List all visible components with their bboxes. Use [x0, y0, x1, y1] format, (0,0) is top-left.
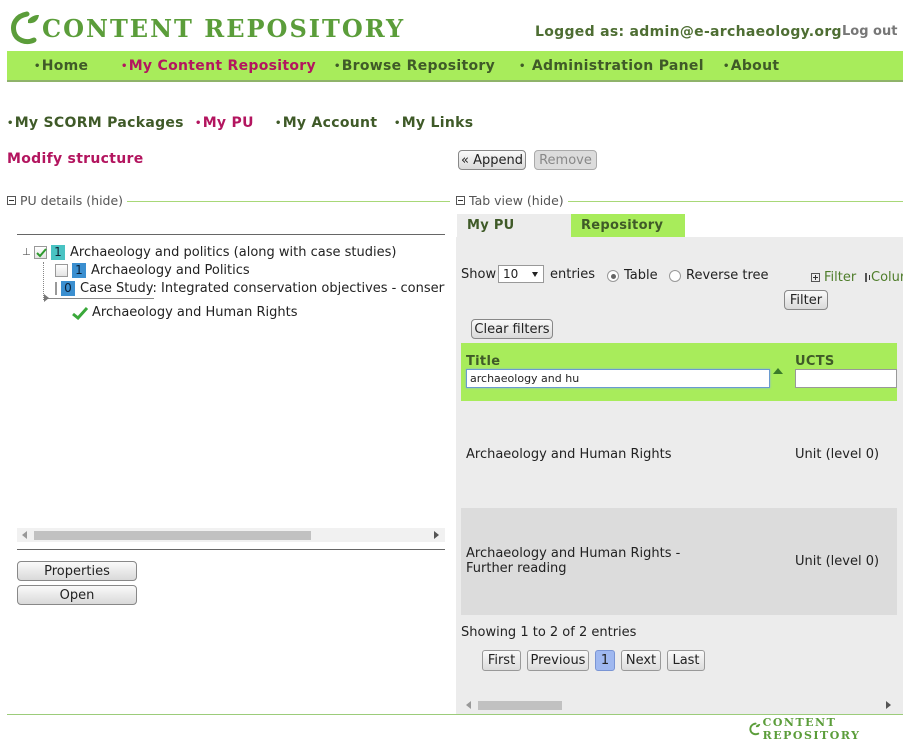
tree-badge: 1 [51, 245, 65, 260]
filter-toggle[interactable]: Filter [811, 270, 856, 285]
tree-node[interactable]: 1 Archaeology and Politics [55, 263, 250, 278]
divider [17, 549, 445, 550]
tree-label: Archaeology and politics (along with cas… [70, 245, 397, 260]
expand-icon [865, 273, 870, 282]
tab-view-label: Tab view (hide) [469, 193, 564, 208]
cell-title: Archaeology and Human Rights - Further r… [466, 546, 681, 576]
dragged-node[interactable]: Archaeology and Human Rights [72, 305, 298, 320]
drop-indicator-arrow-icon [44, 294, 49, 302]
scroll-thumb[interactable] [478, 701, 562, 710]
pagination-first[interactable]: First [482, 650, 521, 671]
pagination-previous[interactable]: Previous [527, 650, 589, 671]
radio-table[interactable] [607, 269, 619, 282]
nav-item-about[interactable]: •About [723, 58, 779, 74]
view-reverse-option[interactable]: Reverse tree [669, 268, 769, 283]
remove-button[interactable]: Remove [534, 150, 597, 170]
title-filter-input[interactable]: archaeology and hu [466, 369, 770, 388]
tree-label: Case Study: Integrated conservation obje… [80, 281, 445, 296]
columns-toggle-label: Colur [871, 270, 903, 285]
filter-toggle-label: Filter [824, 270, 857, 285]
view-table-label: Table [624, 268, 658, 283]
nav-item-browse-repository[interactable]: •Browse Repository [334, 58, 495, 74]
tree-node[interactable]: ⊥ 1 Archaeology and politics (along with… [22, 245, 396, 260]
tab-repository[interactable]: Repository [571, 214, 685, 237]
table-info: Showing 1 to 2 of 2 entries [461, 625, 637, 640]
ucts-filter-input[interactable] [795, 369, 897, 388]
show-label: Show [461, 267, 497, 282]
collapse-icon [456, 196, 465, 205]
collapse-icon [7, 196, 16, 205]
footer-logo[interactable]: CONTENT REPOSITORY [749, 716, 909, 742]
pu-details-label: PU details (hide) [20, 193, 124, 208]
logout-link[interactable]: Log out [842, 24, 897, 39]
nav-item-my-content-repository[interactable]: •My Content Repository [121, 58, 316, 74]
tab-view-toggle[interactable]: Tab view (hide) [456, 193, 568, 208]
table-row[interactable]: Archaeology and Human Rights - Further r… [461, 508, 897, 615]
column-header-title[interactable]: Title [466, 354, 500, 369]
footer-divider [7, 714, 903, 715]
sort-ascending-icon[interactable] [773, 368, 783, 374]
pagination-page-1[interactable]: 1 [595, 650, 615, 671]
entries-select[interactable]: 10 [498, 265, 544, 283]
logged-in-user: Logged as: admin@e-archaeology.org [535, 24, 842, 40]
scroll-thumb[interactable] [34, 531, 311, 540]
tree-badge: 0 [61, 281, 75, 296]
leaf-icon [11, 11, 39, 45]
divider [17, 234, 445, 235]
checkmark-icon [72, 306, 88, 320]
columns-toggle[interactable]: Colur [865, 270, 903, 285]
open-button[interactable]: Open [17, 585, 137, 605]
table-row[interactable]: Archaeology and Human Rights Unit (level… [461, 401, 897, 508]
tree-checkbox[interactable] [34, 246, 47, 259]
cell-ucts: Unit (level 0) [795, 447, 880, 462]
table-header: Title UCTS archaeology and hu [461, 343, 897, 401]
footer-logo-text: CONTENT REPOSITORY [762, 716, 861, 742]
scroll-right-icon[interactable] [886, 701, 891, 709]
tree-checkbox[interactable] [55, 264, 68, 277]
leaf-icon [749, 722, 761, 736]
subnav-item-my-scorm-packages[interactable]: •My SCORM Packages [7, 115, 184, 131]
drop-indicator-line [46, 298, 154, 299]
subnav-item-my-pu[interactable]: •My PU [195, 115, 254, 131]
subnav-item-my-links[interactable]: •My Links [394, 115, 473, 131]
scroll-left-icon[interactable] [22, 531, 27, 539]
pu-details-toggle[interactable]: PU details (hide) [7, 193, 128, 208]
tab-my-pu[interactable]: My PU [457, 214, 571, 237]
nav-item-administration-panel[interactable]: • Administration Panel [519, 58, 704, 74]
tree-checkbox[interactable] [55, 282, 57, 295]
view-table-option[interactable]: Table [607, 268, 658, 283]
tree-node[interactable]: 0 Case Study: Integrated conservation ob… [55, 281, 445, 296]
nav-item-home[interactable]: •Home [34, 58, 88, 74]
tree-badge: 1 [72, 263, 86, 278]
properties-button[interactable]: Properties [17, 561, 137, 581]
tree-label: Archaeology and Politics [91, 263, 250, 278]
filter-button[interactable]: Filter [784, 290, 828, 310]
cell-title: Archaeology and Human Rights [466, 447, 672, 462]
tree-expander-icon[interactable]: ⊥ [22, 247, 34, 258]
main-nav: •Home •My Content Repository •Browse Rep… [7, 51, 903, 82]
tree-horizontal-scrollbar[interactable] [17, 528, 445, 542]
pagination-last[interactable]: Last [667, 650, 705, 671]
table-horizontal-scrollbar[interactable] [461, 698, 897, 712]
checkmark-icon [36, 248, 47, 258]
column-header-ucts[interactable]: UCTS [795, 354, 835, 369]
view-reverse-label: Reverse tree [686, 268, 769, 283]
expand-icon [811, 273, 820, 282]
tree-label: Archaeology and Human Rights [92, 305, 298, 320]
append-button[interactable]: « Append [458, 150, 526, 170]
scroll-left-icon[interactable] [466, 701, 471, 709]
scroll-right-icon[interactable] [434, 531, 439, 539]
subnav-item-my-account[interactable]: •My Account [275, 115, 377, 131]
page-title: Modify structure [7, 151, 144, 167]
app-logo[interactable]: CONTENT REPOSITORY [10, 9, 405, 47]
entries-label: entries [550, 267, 596, 282]
pagination-next[interactable]: Next [621, 650, 661, 671]
clear-filters-button[interactable]: Clear filters [471, 319, 553, 339]
radio-reverse-tree[interactable] [669, 269, 681, 282]
logo-text: CONTENT REPOSITORY [42, 13, 406, 43]
cell-ucts: Unit (level 0) [795, 554, 880, 569]
